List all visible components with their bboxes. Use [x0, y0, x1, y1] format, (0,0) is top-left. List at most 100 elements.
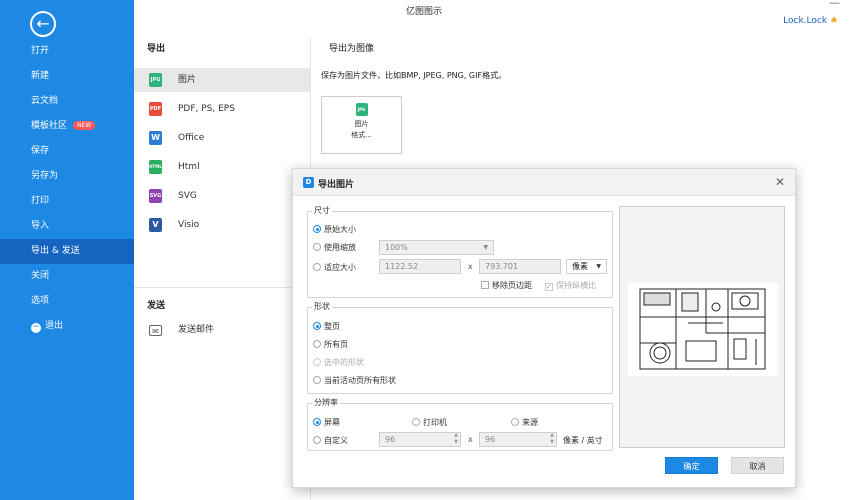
sidebar-item-label: 选项: [31, 296, 50, 306]
spinner-arrows-icon: ▲ ▼: [550, 432, 554, 445]
sidebar-item-save-as[interactable]: 另存为: [0, 164, 134, 189]
radio-icon: [313, 358, 321, 366]
sidebar-item-new[interactable]: 新建: [0, 64, 134, 89]
image-format-tile[interactable]: JPG 图片 格式...: [321, 96, 402, 154]
dpi-y-value: 96: [485, 435, 496, 444]
option-label: 保持纵横比: [556, 281, 596, 290]
option-label: 整页: [324, 322, 340, 331]
radio-all-pages[interactable]: 所有页: [313, 339, 348, 350]
app-title: 亿图图示: [405, 7, 442, 17]
export-item-label: Visio: [178, 220, 200, 230]
times-sign: x: [468, 435, 473, 444]
option-label: 使用缩放: [324, 243, 356, 252]
width-input[interactable]: 1122.52: [379, 259, 461, 274]
option-label: 自定义: [324, 436, 348, 445]
option-label: 屏幕: [324, 418, 340, 427]
radio-icon: [313, 418, 321, 426]
option-label: 当前活动页所有形状: [324, 376, 396, 385]
sidebar-item-import[interactable]: 导入: [0, 214, 134, 239]
radio-fit-size[interactable]: 适应大小: [313, 262, 356, 273]
radio-whole-page[interactable]: 整页: [313, 321, 340, 332]
shape-group-label: 形状: [312, 301, 332, 312]
sidebar-item-label: 打印: [31, 196, 50, 206]
zoom-select[interactable]: 100% ▼: [379, 240, 494, 255]
export-item-label: 图片: [178, 75, 197, 85]
dialog-title: 导出图片: [318, 180, 355, 190]
radio-printer[interactable]: 打印机: [412, 417, 447, 428]
crown-icon: ♠: [829, 16, 838, 26]
radio-current-page-shapes[interactable]: 当前活动页所有形状: [313, 375, 396, 386]
jpg-icon: JPG: [355, 103, 368, 116]
unit-value: 像素: [572, 262, 588, 271]
option-label: 原始大小: [324, 225, 356, 234]
dpi-x-value: 96: [385, 435, 396, 444]
export-item-office[interactable]: W Office: [134, 126, 310, 150]
unit-select[interactable]: 像素 ▼: [566, 259, 607, 274]
sidebar-item-exit[interactable]: − 退出: [0, 314, 134, 339]
option-label: 适应大小: [324, 263, 356, 272]
exit-icon: −: [31, 322, 41, 333]
export-item-svg[interactable]: SVG SVG: [134, 184, 310, 208]
zoom-value: 100%: [385, 243, 408, 252]
export-item-pdf[interactable]: PDF PDF, PS, EPS: [134, 97, 310, 121]
dialog-header: D 导出图片 ✕: [293, 169, 795, 196]
height-input[interactable]: 793.701: [479, 259, 561, 274]
times-sign: x: [468, 262, 473, 271]
option-label: 选中的形状: [324, 358, 364, 367]
export-item-image[interactable]: JPG 图片: [134, 68, 310, 92]
dpi-x-input[interactable]: 96 ▲ ▼: [379, 432, 461, 447]
ok-button[interactable]: 确定: [665, 457, 718, 474]
radio-icon: [313, 225, 321, 233]
dpi-y-input[interactable]: 96 ▲ ▼: [479, 432, 557, 447]
chevron-down-icon: ▼: [483, 244, 488, 251]
send-item-email[interactable]: ✉ 发送邮件: [134, 318, 310, 342]
dpi-unit-label: 像素 / 英寸: [563, 436, 603, 445]
resolution-group-label: 分辨率: [312, 397, 340, 408]
word-icon: W: [149, 131, 162, 145]
sidebar-item-export-send[interactable]: 导出 & 发送: [0, 239, 134, 264]
sidebar-item-cloud[interactable]: 云文档: [0, 89, 134, 114]
checkbox-icon: ✓: [545, 283, 553, 291]
visio-icon: V: [149, 218, 162, 232]
export-image-dialog: D 导出图片 ✕ 尺寸 原始大小 使用缩放 100% ▼ 适应大小 1122.52…: [292, 168, 796, 488]
radio-custom[interactable]: 自定义: [313, 435, 348, 446]
export-item-visio[interactable]: V Visio: [134, 213, 310, 237]
sidebar-item-print[interactable]: 打印: [0, 189, 134, 214]
cancel-button[interactable]: 取消: [731, 457, 784, 474]
sidebar-item-templates[interactable]: 模板社区 NEW: [0, 114, 134, 139]
sidebar-item-save[interactable]: 保存: [0, 139, 134, 164]
close-icon[interactable]: ✕: [775, 175, 785, 189]
tile-label-2: 格式...: [351, 131, 372, 139]
back-arrow-icon[interactable]: ←: [30, 11, 56, 37]
html-icon: HTML: [149, 160, 162, 174]
send-item-label: 发送邮件: [178, 325, 215, 335]
checkbox-icon: [481, 281, 489, 289]
option-label: 所有页: [324, 340, 348, 349]
image-panel-heading: 导出为图像: [329, 44, 375, 54]
sidebar-item-label: 模板社区: [31, 121, 68, 131]
minimize-button[interactable]: —: [829, 0, 840, 9]
radio-icon: [511, 418, 519, 426]
checkbox-keep-ratio[interactable]: ✓ 保持纵横比: [545, 280, 596, 291]
sidebar-item-options[interactable]: 选项: [0, 289, 134, 314]
send-heading: 发送: [147, 301, 166, 311]
sidebar-item-open[interactable]: 打开: [0, 39, 134, 64]
sidebar-item-label: 导出 & 发送: [31, 246, 80, 256]
radio-icon: [313, 436, 321, 444]
radio-source[interactable]: 来源: [511, 417, 538, 428]
export-item-html[interactable]: HTML Html: [134, 155, 310, 179]
export-item-label: Office: [178, 133, 205, 143]
radio-selected-shapes[interactable]: 选中的形状: [313, 357, 364, 368]
user-account[interactable]: Lock.Lock ♠: [783, 16, 838, 26]
radio-icon: [313, 263, 321, 271]
radio-original-size[interactable]: 原始大小: [313, 224, 356, 235]
chevron-down-icon: ▼: [596, 263, 601, 270]
user-name: Lock.Lock: [783, 16, 828, 26]
radio-use-zoom[interactable]: 使用缩放: [313, 242, 356, 253]
sidebar-item-close[interactable]: 关闭: [0, 264, 134, 289]
divider: [134, 287, 310, 288]
radio-screen[interactable]: 屏幕: [313, 417, 340, 428]
radio-icon: [313, 322, 321, 330]
checkbox-remove-margin[interactable]: 移除页边距: [481, 280, 532, 291]
sidebar-item-label: 退出: [45, 321, 64, 331]
